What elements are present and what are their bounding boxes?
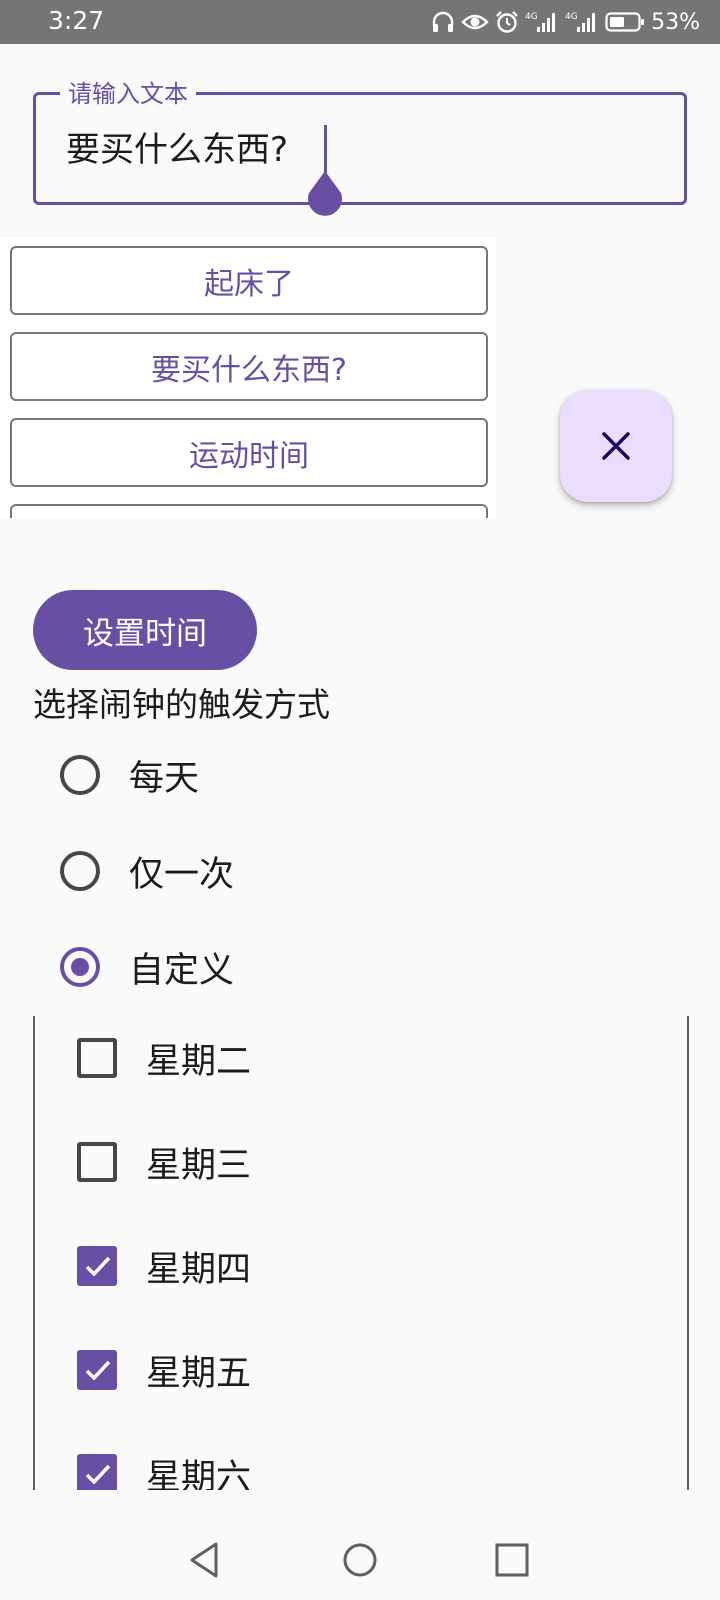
suggestion-item[interactable]: 运动时间: [10, 418, 488, 487]
weekday-list[interactable]: 星期二 星期三 星期四 星期五 星期六: [33, 1016, 689, 1490]
battery-icon: [605, 12, 645, 32]
weekday-label: 星期五: [146, 1353, 252, 1394]
close-fab-button[interactable]: [560, 390, 672, 502]
headphones-icon: [432, 11, 454, 32]
cursor-handle-icon[interactable]: [304, 169, 346, 219]
suggestion-dropdown: 起床了 要买什么东西? 运动时间: [0, 238, 496, 518]
trigger-mode-title: 选择闹钟的触发方式: [33, 685, 330, 724]
status-bar: 3:27 4G 4G 53%: [0, 0, 720, 44]
signal-4g-icon: 4G: [525, 12, 556, 32]
signal-4g-icon: 4G: [565, 12, 596, 32]
set-time-button[interactable]: 设置时间: [33, 590, 257, 670]
text-input-value[interactable]: 要买什么东西?: [66, 129, 288, 171]
back-icon[interactable]: [184, 1538, 228, 1582]
checkbox-checked[interactable]: [77, 1454, 117, 1490]
radio-option-once[interactable]: 仅一次: [60, 843, 234, 899]
status-time: 3:27: [48, 6, 105, 35]
navigation-bar: [0, 1520, 720, 1600]
text-input-label: 请输入文本: [60, 79, 196, 109]
checkbox[interactable]: [77, 1142, 117, 1182]
weekday-item-wednesday[interactable]: 星期三: [77, 1134, 251, 1190]
weekday-label: 星期六: [146, 1457, 252, 1491]
svg-text:4G: 4G: [565, 12, 578, 22]
suggestion-item[interactable]: 要买什么东西?: [10, 332, 488, 401]
radio-option-daily[interactable]: 每天: [60, 747, 199, 803]
checkmark-icon: [85, 1464, 111, 1485]
weekday-item-tuesday[interactable]: 星期二: [77, 1030, 251, 1086]
alarm-icon: [496, 11, 518, 33]
checkmark-icon: [85, 1256, 111, 1277]
text-cursor: [324, 125, 327, 173]
suggestion-item[interactable]: 起床了: [10, 246, 488, 315]
weekday-label: 星期三: [146, 1145, 252, 1186]
radio-label: 仅一次: [129, 854, 235, 895]
battery-percent: 53%: [651, 9, 700, 35]
weekday-item-thursday[interactable]: 星期四: [77, 1238, 251, 1294]
radio-button[interactable]: [60, 755, 100, 795]
close-icon: [602, 432, 630, 460]
eye-icon: [461, 14, 489, 30]
weekday-label: 星期四: [146, 1249, 252, 1290]
radio-button[interactable]: [60, 851, 100, 891]
weekday-label: 星期二: [146, 1041, 252, 1082]
svg-text:4G: 4G: [525, 12, 538, 22]
radio-option-custom[interactable]: 自定义: [60, 939, 234, 995]
radio-label: 自定义: [129, 950, 235, 991]
radio-button-selected[interactable]: [60, 947, 100, 987]
weekday-item-saturday[interactable]: 星期六: [77, 1446, 251, 1490]
text-input-field[interactable]: 请输入文本 要买什么东西?: [33, 79, 687, 216]
suggestion-item-partial[interactable]: [10, 504, 488, 518]
checkbox-checked[interactable]: [77, 1246, 117, 1286]
recents-icon[interactable]: [490, 1538, 534, 1582]
status-icons: 4G 4G 53%: [431, 8, 700, 36]
home-icon[interactable]: [338, 1538, 382, 1582]
weekday-item-friday[interactable]: 星期五: [77, 1342, 251, 1398]
checkbox-checked[interactable]: [77, 1350, 117, 1390]
radio-label: 每天: [129, 758, 200, 799]
checkmark-icon: [85, 1360, 111, 1381]
checkbox[interactable]: [77, 1038, 117, 1078]
